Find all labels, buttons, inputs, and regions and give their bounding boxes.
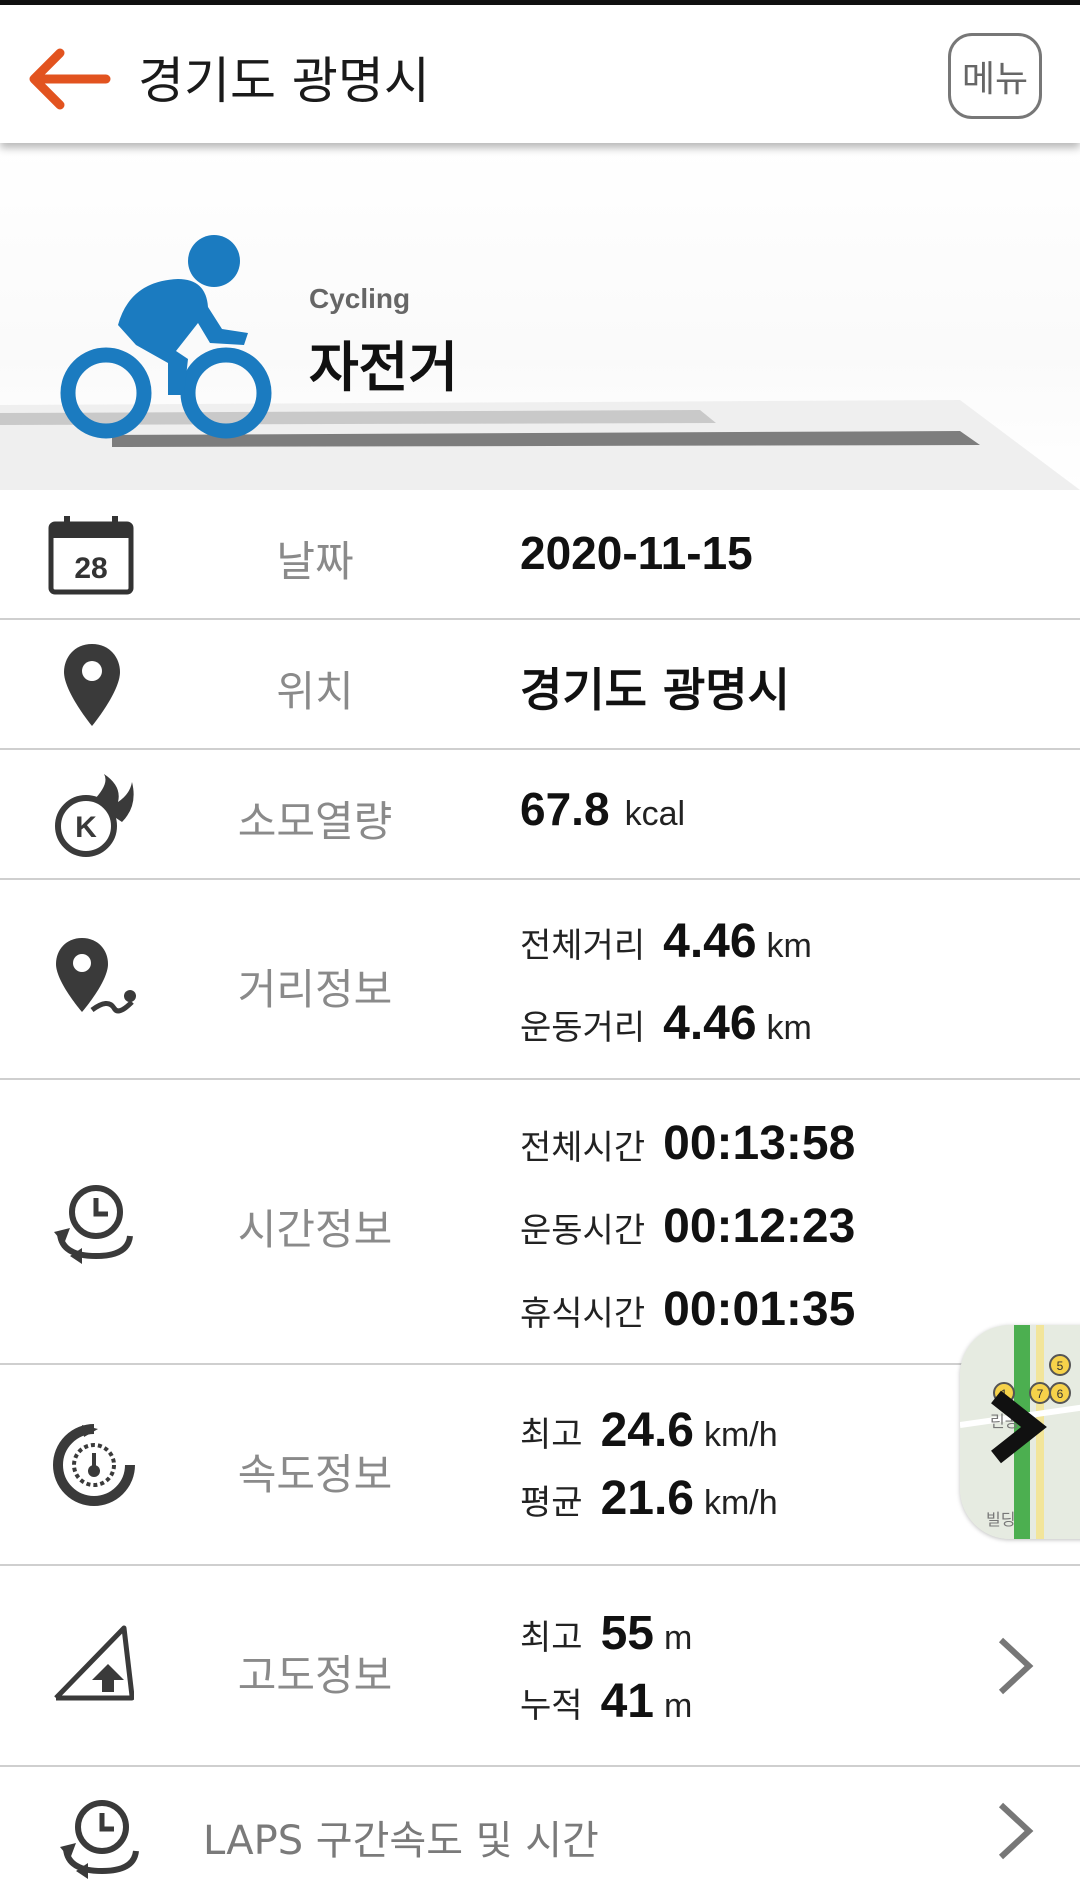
altitude-row[interactable]: 고도정보 최고 55 m 누적 41 m: [0, 1566, 1080, 1767]
clock-cycle-icon: [54, 1185, 133, 1264]
laps-label: LAPS 구간속도 및 시간: [203, 1818, 599, 1864]
exercise-distance-unit: km: [766, 1009, 812, 1047]
calories-label: 소모열량: [237, 797, 393, 846]
distance-pin-icon: [56, 938, 136, 1014]
location-value: 경기도 광명시: [520, 663, 790, 717]
distance-label: 거리정보: [237, 965, 393, 1014]
location-label: 위치: [276, 667, 354, 716]
max-altitude-label: 최고: [520, 1618, 583, 1658]
time-label: 시간정보: [237, 1205, 393, 1254]
altitude-slope-icon: [54, 1625, 134, 1701]
rest-time-value: 00:01:35: [663, 1283, 856, 1336]
page-title: 경기도 광명시: [138, 52, 430, 110]
laps-clock-icon: [60, 1800, 139, 1879]
exercise-time-label: 운동시간: [520, 1211, 646, 1251]
svg-text:6: 6: [1057, 1387, 1064, 1401]
calendar-icon: 28: [48, 516, 134, 595]
avg-speed-label: 평균: [520, 1483, 583, 1523]
exercise-distance-label: 운동거리: [520, 1008, 646, 1048]
chevron-right-icon: [998, 1802, 1034, 1860]
location-row: 위치 경기도 광명시: [0, 620, 1080, 750]
max-speed-unit: km/h: [703, 1416, 778, 1454]
total-distance-value: 4.46: [663, 915, 757, 968]
date-row: 28 날짜 2020-11-15: [0, 490, 1080, 620]
speed-label: 속도정보: [237, 1450, 393, 1499]
rest-time: 휴식시간 00:01:35: [520, 1282, 855, 1337]
total-time-value: 00:13:58: [663, 1117, 856, 1170]
svg-text:빌딩: 빌딩: [986, 1510, 1015, 1529]
svg-text:28: 28: [74, 552, 107, 585]
speedometer-icon: [53, 1424, 135, 1506]
max-altitude-unit: m: [663, 1619, 693, 1657]
calories-unit: kcal: [624, 795, 686, 833]
max-speed-value: 24.6: [600, 1404, 694, 1457]
date-value: 2020-11-15: [520, 527, 753, 579]
activity-hero: Cycling 자전거: [0, 143, 1080, 490]
app-header: 경기도 광명시 메뉴: [0, 5, 1080, 143]
date-label: 날짜: [276, 537, 354, 586]
time-row: 시간정보 전체시간 00:13:58 운동시간 00:12:23 휴식시간 00…: [0, 1080, 1080, 1365]
total-distance-label: 전체거리: [520, 926, 646, 966]
sport-name-english: Cycling: [309, 283, 411, 314]
total-time-label: 전체시간: [520, 1128, 646, 1168]
max-speed-label: 최고: [520, 1415, 583, 1455]
arrow-left-icon: [29, 48, 111, 110]
svg-text:K: K: [75, 811, 97, 844]
chevron-right-icon: [998, 1637, 1034, 1695]
map-thumbnail: 5 7 6 1 린공 빌딩: [960, 1325, 1080, 1539]
altitude-label: 고도정보: [237, 1651, 393, 1700]
cumulative-altitude-label: 누적: [520, 1686, 583, 1726]
distance-row: 거리정보 전체거리 4.46 km 운동거리 4.46 km: [0, 880, 1080, 1080]
max-speed: 최고 24.6 km/h: [520, 1403, 778, 1458]
total-distance-unit: km: [766, 927, 812, 965]
rest-time-label: 휴식시간: [520, 1294, 646, 1334]
max-altitude: 최고 55 m: [520, 1606, 692, 1661]
route-map-button[interactable]: 5 7 6 1 린공 빌딩: [960, 1325, 1080, 1539]
back-button[interactable]: [22, 43, 112, 115]
exercise-distance-value: 4.46: [663, 997, 757, 1050]
menu-button[interactable]: 메뉴: [948, 33, 1042, 119]
calorie-flame-icon: K: [55, 774, 134, 857]
calories-value: 67.8 kcal: [520, 782, 685, 836]
svg-text:7: 7: [1037, 1387, 1044, 1401]
total-time: 전체시간 00:13:58: [520, 1116, 855, 1171]
exercise-time: 운동시간 00:12:23: [520, 1199, 855, 1254]
sport-name: 자전거: [309, 336, 459, 399]
avg-speed-value: 21.6: [600, 1472, 694, 1525]
calories-row: K 소모열량 67.8 kcal: [0, 750, 1080, 880]
exercise-distance: 운동거리 4.46 km: [520, 996, 812, 1051]
location-pin-icon: [64, 644, 120, 726]
avg-speed-unit: km/h: [703, 1484, 778, 1522]
speed-row: 속도정보 최고 24.6 km/h 평균 21.6 km/h: [0, 1365, 1080, 1566]
max-altitude-value: 55: [600, 1607, 654, 1660]
avg-speed: 평균 21.6 km/h: [520, 1471, 778, 1526]
total-distance: 전체거리 4.46 km: [520, 914, 812, 969]
cumulative-altitude: 누적 41 m: [520, 1674, 692, 1729]
cyclist-icon: [60, 235, 272, 439]
calories-number: 67.8: [520, 783, 610, 835]
cumulative-altitude-value: 41: [600, 1675, 654, 1728]
exercise-time-value: 00:12:23: [663, 1200, 856, 1253]
cumulative-altitude-unit: m: [663, 1687, 693, 1725]
svg-text:5: 5: [1057, 1359, 1064, 1373]
